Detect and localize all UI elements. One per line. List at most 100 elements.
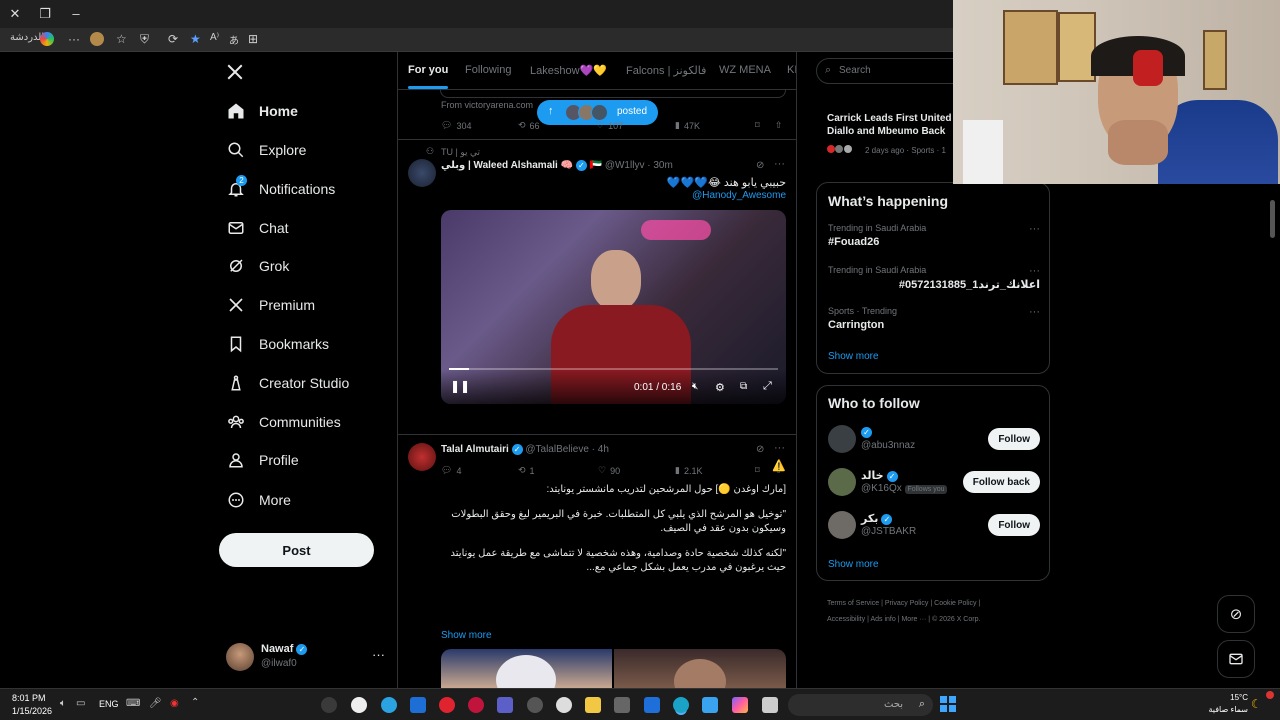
opera-gx-icon[interactable]	[468, 697, 484, 713]
author-name[interactable]: Talal Almutairi	[441, 444, 509, 455]
messages-float-button[interactable]	[1217, 640, 1255, 678]
network-icon[interactable]: ▭	[76, 698, 85, 709]
pause-icon[interactable]: ❚❚	[450, 379, 470, 393]
app-icon[interactable]	[527, 697, 543, 713]
footer-link[interactable]: Cookie Policy	[934, 600, 976, 607]
app-icon[interactable]	[556, 697, 572, 713]
taskbar-search-input[interactable]: بحث	[884, 699, 903, 710]
split-screen-icon[interactable]: ⊞	[248, 32, 258, 46]
tab-following[interactable]: Following	[465, 64, 511, 76]
avatar[interactable]	[408, 443, 436, 471]
keyboard-icon[interactable]: ⌨	[126, 698, 140, 709]
follow-back-button[interactable]: Follow back	[962, 471, 1040, 493]
sidebar-item-chat[interactable]: Chat	[226, 214, 289, 242]
video-progress[interactable]	[449, 368, 778, 370]
copilot-icon[interactable]	[40, 32, 54, 46]
obs-app-icon[interactable]	[321, 697, 337, 713]
video-player[interactable]: ❚❚ 0:01 / 0:16 🔇︎ ⚙ ⧉ ⤢	[441, 210, 786, 404]
tweet-image[interactable]	[441, 649, 612, 688]
tweet[interactable]: Talal Almutairi ✓ @TalalBelieve · 4h ⊘ ·…	[398, 435, 796, 688]
reply-button[interactable]: 💬︎ 304	[441, 120, 471, 131]
sidebar-item-creator-studio[interactable]: Creator Studio	[226, 369, 349, 397]
teams-icon[interactable]	[497, 697, 513, 713]
shield-icon[interactable]: ⛨	[140, 32, 149, 47]
trend-item[interactable]: Trending in Saudi Arabia #اعلانك_ترند1_0…	[828, 265, 1040, 291]
show-more-link[interactable]: Show more	[828, 559, 879, 570]
sidebar-item-profile[interactable]: Profile	[226, 446, 299, 474]
app-icon[interactable]	[614, 697, 630, 713]
avatar[interactable]	[408, 159, 436, 187]
tab-lakeshow[interactable]: Lakeshow💜💛	[530, 64, 607, 77]
language-indicator[interactable]: ENG	[99, 699, 119, 709]
author-handle[interactable]: @W1llyv	[605, 160, 645, 171]
share-icon[interactable]: ⇧	[775, 120, 783, 131]
tweet-image[interactable]	[614, 649, 786, 688]
repost-button[interactable]: ⟲ 66	[518, 120, 540, 131]
extension-icon[interactable]	[90, 32, 104, 46]
like-button[interactable]: ♡ 107	[596, 120, 623, 131]
x-logo-icon[interactable]	[226, 63, 244, 81]
settings-gear-icon[interactable]: ⚙	[715, 381, 725, 394]
footer-link[interactable]: Ads info	[870, 616, 895, 623]
footer-link[interactable]: More ···	[901, 616, 926, 623]
link-source[interactable]: From victoryarena.com	[441, 100, 533, 110]
mention-link[interactable]: @Hanody_Awesome	[692, 190, 786, 201]
sidebar-item-more[interactable]: More	[226, 486, 291, 514]
edge-icon[interactable]	[673, 697, 689, 713]
weather-temp[interactable]: 15°C	[1200, 693, 1248, 702]
grok-icon[interactable]: ⊘	[756, 444, 764, 455]
sidebar-item-premium[interactable]: Premium	[226, 291, 315, 319]
sidebar-item-bookmarks[interactable]: Bookmarks	[226, 330, 329, 358]
author-name[interactable]: وبلي | Waleed Alshamali 🧠	[441, 160, 573, 171]
sidebar-item-notifications[interactable]: 2 Notifications	[226, 175, 335, 203]
opera-icon[interactable]	[439, 697, 455, 713]
tweet-context[interactable]: TU | تي يو	[441, 147, 480, 158]
sidebar-item-communities[interactable]: Communities	[226, 408, 341, 436]
tab-ki[interactable]: KI	[787, 64, 796, 76]
grok-icon[interactable]: ⊘	[756, 160, 764, 171]
scrollbar-thumb[interactable]	[1270, 200, 1275, 238]
weather-desc[interactable]: سماء صافية	[1190, 705, 1248, 714]
tab-wz-mena[interactable]: WZ MENA	[719, 64, 771, 76]
record-icon[interactable]: ◉	[170, 698, 179, 709]
follow-suggestion[interactable]: ✓ @abu3nnaz Follow	[828, 424, 1040, 454]
chevron-up-icon[interactable]: ⌃	[191, 697, 199, 708]
follow-suggestion[interactable]: خالد ✓ @K16Qx Follows you Follow back	[828, 467, 1040, 497]
profile-label[interactable]: الدردشة	[10, 32, 44, 43]
read-aloud-icon[interactable]: A⁾	[210, 32, 219, 43]
app-icon[interactable]	[762, 697, 778, 713]
clock-time[interactable]: 8:01 PM	[12, 693, 46, 703]
follow-button[interactable]: Follow	[988, 514, 1040, 536]
show-more-link[interactable]: Show more	[828, 351, 879, 362]
file-explorer-icon[interactable]	[585, 697, 601, 713]
minimize-icon[interactable]: –	[67, 5, 85, 23]
footer-link[interactable]: Terms of Service	[827, 600, 879, 607]
trend-more-icon[interactable]: ···	[1029, 265, 1040, 277]
close-icon[interactable]: ✕	[6, 5, 24, 23]
search-input[interactable]: Search	[839, 65, 871, 76]
favorite-star-icon[interactable]: ★	[190, 32, 201, 46]
download-app-icon[interactable]	[410, 697, 426, 713]
refresh-icon[interactable]: ⟳	[168, 32, 178, 46]
news-headline[interactable]: Carrick Leads First United Diallo and Mb…	[827, 112, 967, 138]
sidebar-item-grok[interactable]: Grok	[226, 252, 289, 280]
author-handle[interactable]: @TalalBelieve	[525, 444, 589, 455]
restore-icon[interactable]: ❐	[36, 5, 54, 23]
tweet-more-icon[interactable]: ···	[774, 158, 785, 170]
link-card-tail[interactable]	[440, 90, 786, 98]
trend-item[interactable]: Trending in Saudi Arabia #Fouad26 ···	[828, 223, 1040, 248]
trend-more-icon[interactable]: ···	[1029, 306, 1040, 318]
mute-icon[interactable]: 🔇︎	[692, 381, 698, 392]
show-more-link[interactable]: Show more	[441, 630, 492, 641]
telegram-icon[interactable]	[381, 697, 397, 713]
star-outline-icon[interactable]: ☆	[116, 32, 127, 46]
mic-icon[interactable]: 🎤︎	[149, 698, 162, 709]
tab-for-you[interactable]: For you	[408, 64, 449, 89]
tweet-more-icon[interactable]: ···	[774, 442, 785, 454]
copilot-icon[interactable]	[732, 697, 748, 713]
tab-falcons[interactable]: Falcons | فالكونز	[626, 64, 706, 77]
store-icon[interactable]	[702, 697, 718, 713]
views-button[interactable]: ▮ 47K	[675, 120, 700, 131]
trend-more-icon[interactable]: ···	[1029, 223, 1040, 235]
grok-float-button[interactable]: ⊘	[1217, 595, 1255, 633]
